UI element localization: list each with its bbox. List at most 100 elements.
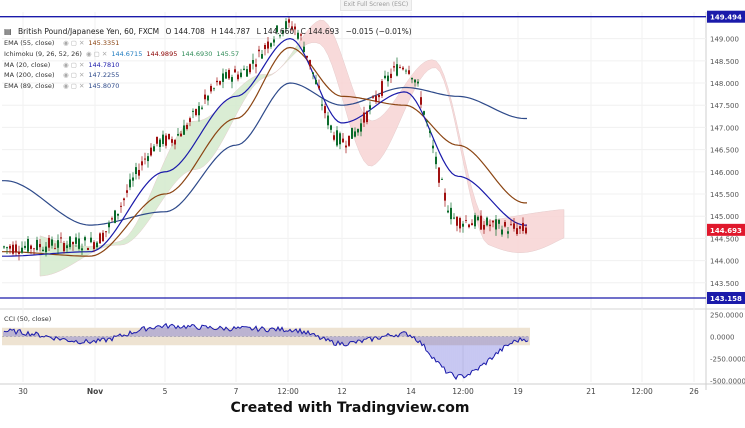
candle-body — [177, 134, 179, 136]
candle-body — [465, 220, 467, 221]
candle-body — [66, 245, 68, 249]
legend-settings-icon[interactable]: ◉ ▢ ✕ — [63, 81, 84, 92]
candle-body — [174, 139, 176, 145]
time-tick-label: 14 — [406, 387, 416, 396]
candle-body — [183, 125, 185, 135]
exit-fullscreen-button[interactable]: Exit Full Screen (ESC) — [340, 0, 412, 11]
candle-body — [429, 130, 431, 134]
legend-settings-icon[interactable]: ◉ ▢ ✕ — [63, 70, 84, 81]
candle-body — [453, 217, 455, 219]
candle-body — [135, 167, 137, 175]
time-tick-label: Nov — [87, 387, 103, 396]
candle-body — [93, 242, 95, 249]
candle-body — [351, 127, 353, 139]
cci-legend: CCI (50, close) — [4, 315, 52, 323]
candle-body — [168, 134, 170, 140]
candle-body — [513, 223, 515, 229]
legend-value: 144.9895 — [146, 49, 178, 58]
candle-body — [399, 67, 401, 68]
price-tick-label: 146.500 — [710, 147, 739, 155]
price-tick-label: 145.500 — [710, 191, 739, 199]
candle-body — [51, 239, 53, 246]
legend-row: MA (20, close) ◉ ▢ ✕ 144.7810 — [4, 60, 239, 71]
legend-settings-icon[interactable]: ◉ ▢ ✕ — [63, 60, 84, 71]
price-tick-label: 147.000 — [710, 124, 739, 132]
candle-body — [141, 161, 143, 166]
candle-body — [102, 232, 104, 242]
candle-body — [42, 249, 44, 252]
candle-body — [261, 54, 263, 59]
legend-indicator-name: MA (20, close) — [4, 60, 51, 69]
candle-body — [318, 85, 320, 89]
candle-body — [315, 79, 317, 85]
time-tick-label: 5 — [163, 387, 168, 396]
candle-body — [309, 59, 311, 67]
footer-credit: Created with Tradingview.com — [230, 400, 470, 416]
time-tick-label: 7 — [234, 387, 239, 396]
candle-body — [147, 156, 149, 162]
candle-body — [333, 135, 335, 140]
candle-body — [138, 169, 140, 176]
candle-body — [357, 129, 359, 133]
candle-body — [330, 125, 332, 130]
candle-body — [6, 247, 8, 249]
legend-settings-icon[interactable]: ◉ ▢ ✕ — [86, 49, 107, 60]
legend-settings-icon[interactable]: ◉ ▢ ✕ — [63, 38, 84, 49]
cci-tick-label: -250.0000 — [710, 355, 745, 363]
candle-body — [3, 246, 5, 248]
price-tick-label: 146.000 — [710, 169, 739, 177]
legend-value: 144.6930 — [181, 49, 213, 58]
candle-body — [366, 111, 368, 123]
price-tick-label: 143.500 — [710, 280, 739, 288]
candle-body — [510, 224, 512, 226]
legend-row: EMA (89, close) ◉ ▢ ✕ 145.8070 — [4, 81, 239, 92]
candle-body — [9, 245, 11, 249]
legend-value: 147.2255 — [88, 71, 120, 80]
candle-body — [405, 70, 407, 72]
chart-menu-icon[interactable]: ▤ — [4, 27, 12, 36]
candle-body — [153, 146, 155, 152]
candle-body — [354, 131, 356, 137]
candle-body — [288, 19, 290, 23]
candle-body — [411, 77, 413, 80]
candle-body — [27, 238, 29, 252]
candle-body — [87, 248, 89, 251]
candle-body — [432, 145, 434, 149]
candle-body — [45, 246, 47, 253]
candle-body — [207, 95, 209, 101]
candle-body — [243, 68, 245, 70]
candle-body — [507, 231, 509, 234]
candle-body — [78, 238, 80, 249]
candle-body — [72, 241, 74, 245]
low-value: L 144.660 — [256, 27, 295, 36]
candle-body — [363, 112, 365, 123]
candle-body — [246, 69, 248, 77]
candle-body — [186, 124, 188, 129]
candle-body — [384, 75, 386, 79]
candle-body — [63, 242, 65, 252]
candle-body — [504, 221, 506, 227]
candle-body — [21, 247, 23, 253]
candle-body — [126, 190, 128, 193]
candle-body — [372, 96, 374, 98]
legend-indicator-name: EMA (55, close) — [4, 39, 55, 47]
close-value: C 144.693 — [300, 27, 340, 36]
candle-body — [204, 94, 206, 100]
candle-body — [105, 231, 107, 233]
candle-body — [252, 60, 254, 64]
legend-row: Ichimoku (9, 26, 52, 26) ◉ ▢ ✕ 144.6715 144… — [4, 49, 239, 60]
candle-body — [342, 138, 344, 143]
candle-body — [378, 94, 380, 98]
candle-body — [420, 97, 422, 105]
price-tick-label: 148.000 — [710, 80, 739, 88]
candle-body — [18, 251, 20, 254]
candle-body — [306, 55, 308, 58]
time-tick-label: 12 — [337, 387, 347, 396]
candle-body — [492, 220, 494, 223]
candle-body — [447, 210, 449, 213]
candle-body — [129, 179, 131, 188]
candle-body — [519, 226, 521, 229]
candle-body — [30, 245, 32, 249]
candle-body — [468, 224, 470, 228]
candle-body — [201, 107, 203, 109]
